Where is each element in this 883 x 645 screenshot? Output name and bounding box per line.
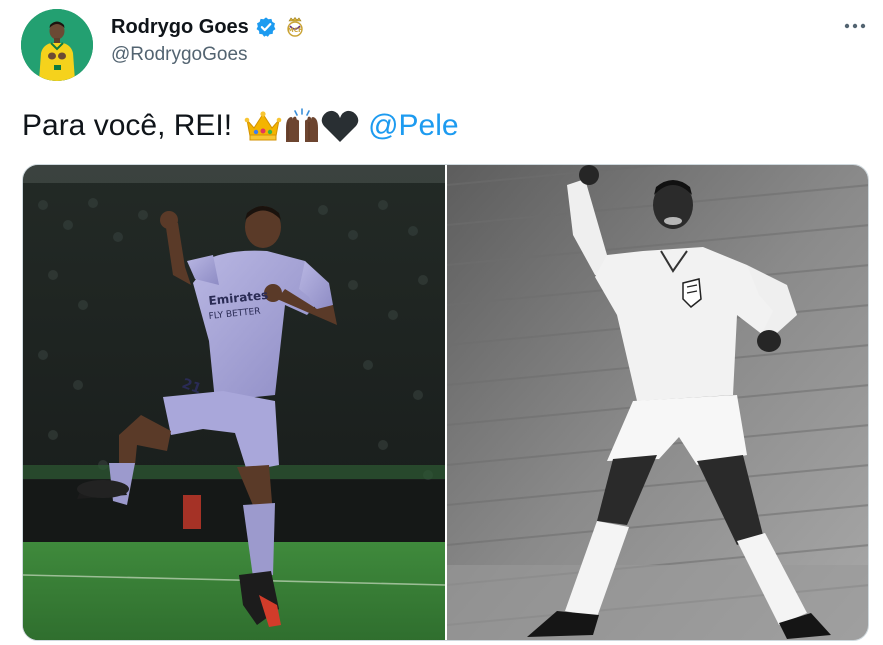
- more-horizontal-icon: [844, 23, 866, 29]
- author-handle[interactable]: @RodrygoGoes: [111, 44, 248, 66]
- author-avatar[interactable]: [21, 9, 93, 81]
- author-display-name[interactable]: Rodrygo Goes: [111, 16, 249, 39]
- photo-pele-celebrating-black-and-white[interactable]: [447, 165, 868, 640]
- tweet: Rodrygo Goes MCF @RodrygoGoes Para você,…: [0, 0, 883, 645]
- verified-badge-icon[interactable]: [255, 16, 277, 38]
- black-heart-emoji: [320, 108, 359, 144]
- photo-rodrygo-celebrating[interactable]: Emirates FLY BETTER 21: [23, 165, 445, 640]
- author-name-row: Rodrygo Goes MCF: [111, 14, 305, 40]
- media-grid: Emirates FLY BETTER 21: [22, 164, 869, 641]
- svg-text:MCF: MCF: [288, 27, 302, 34]
- more-options-button[interactable]: [838, 12, 872, 40]
- raising-hands-dark-skin-emoji: [282, 108, 319, 144]
- tweet-text-body: Para você, REI!: [22, 109, 233, 142]
- mention-link[interactable]: @Pele: [368, 104, 459, 148]
- real-madrid-crest-icon[interactable]: MCF: [285, 16, 305, 38]
- crown-emoji: [244, 108, 282, 144]
- tweet-text: Para você, REI! @Pele: [22, 103, 459, 149]
